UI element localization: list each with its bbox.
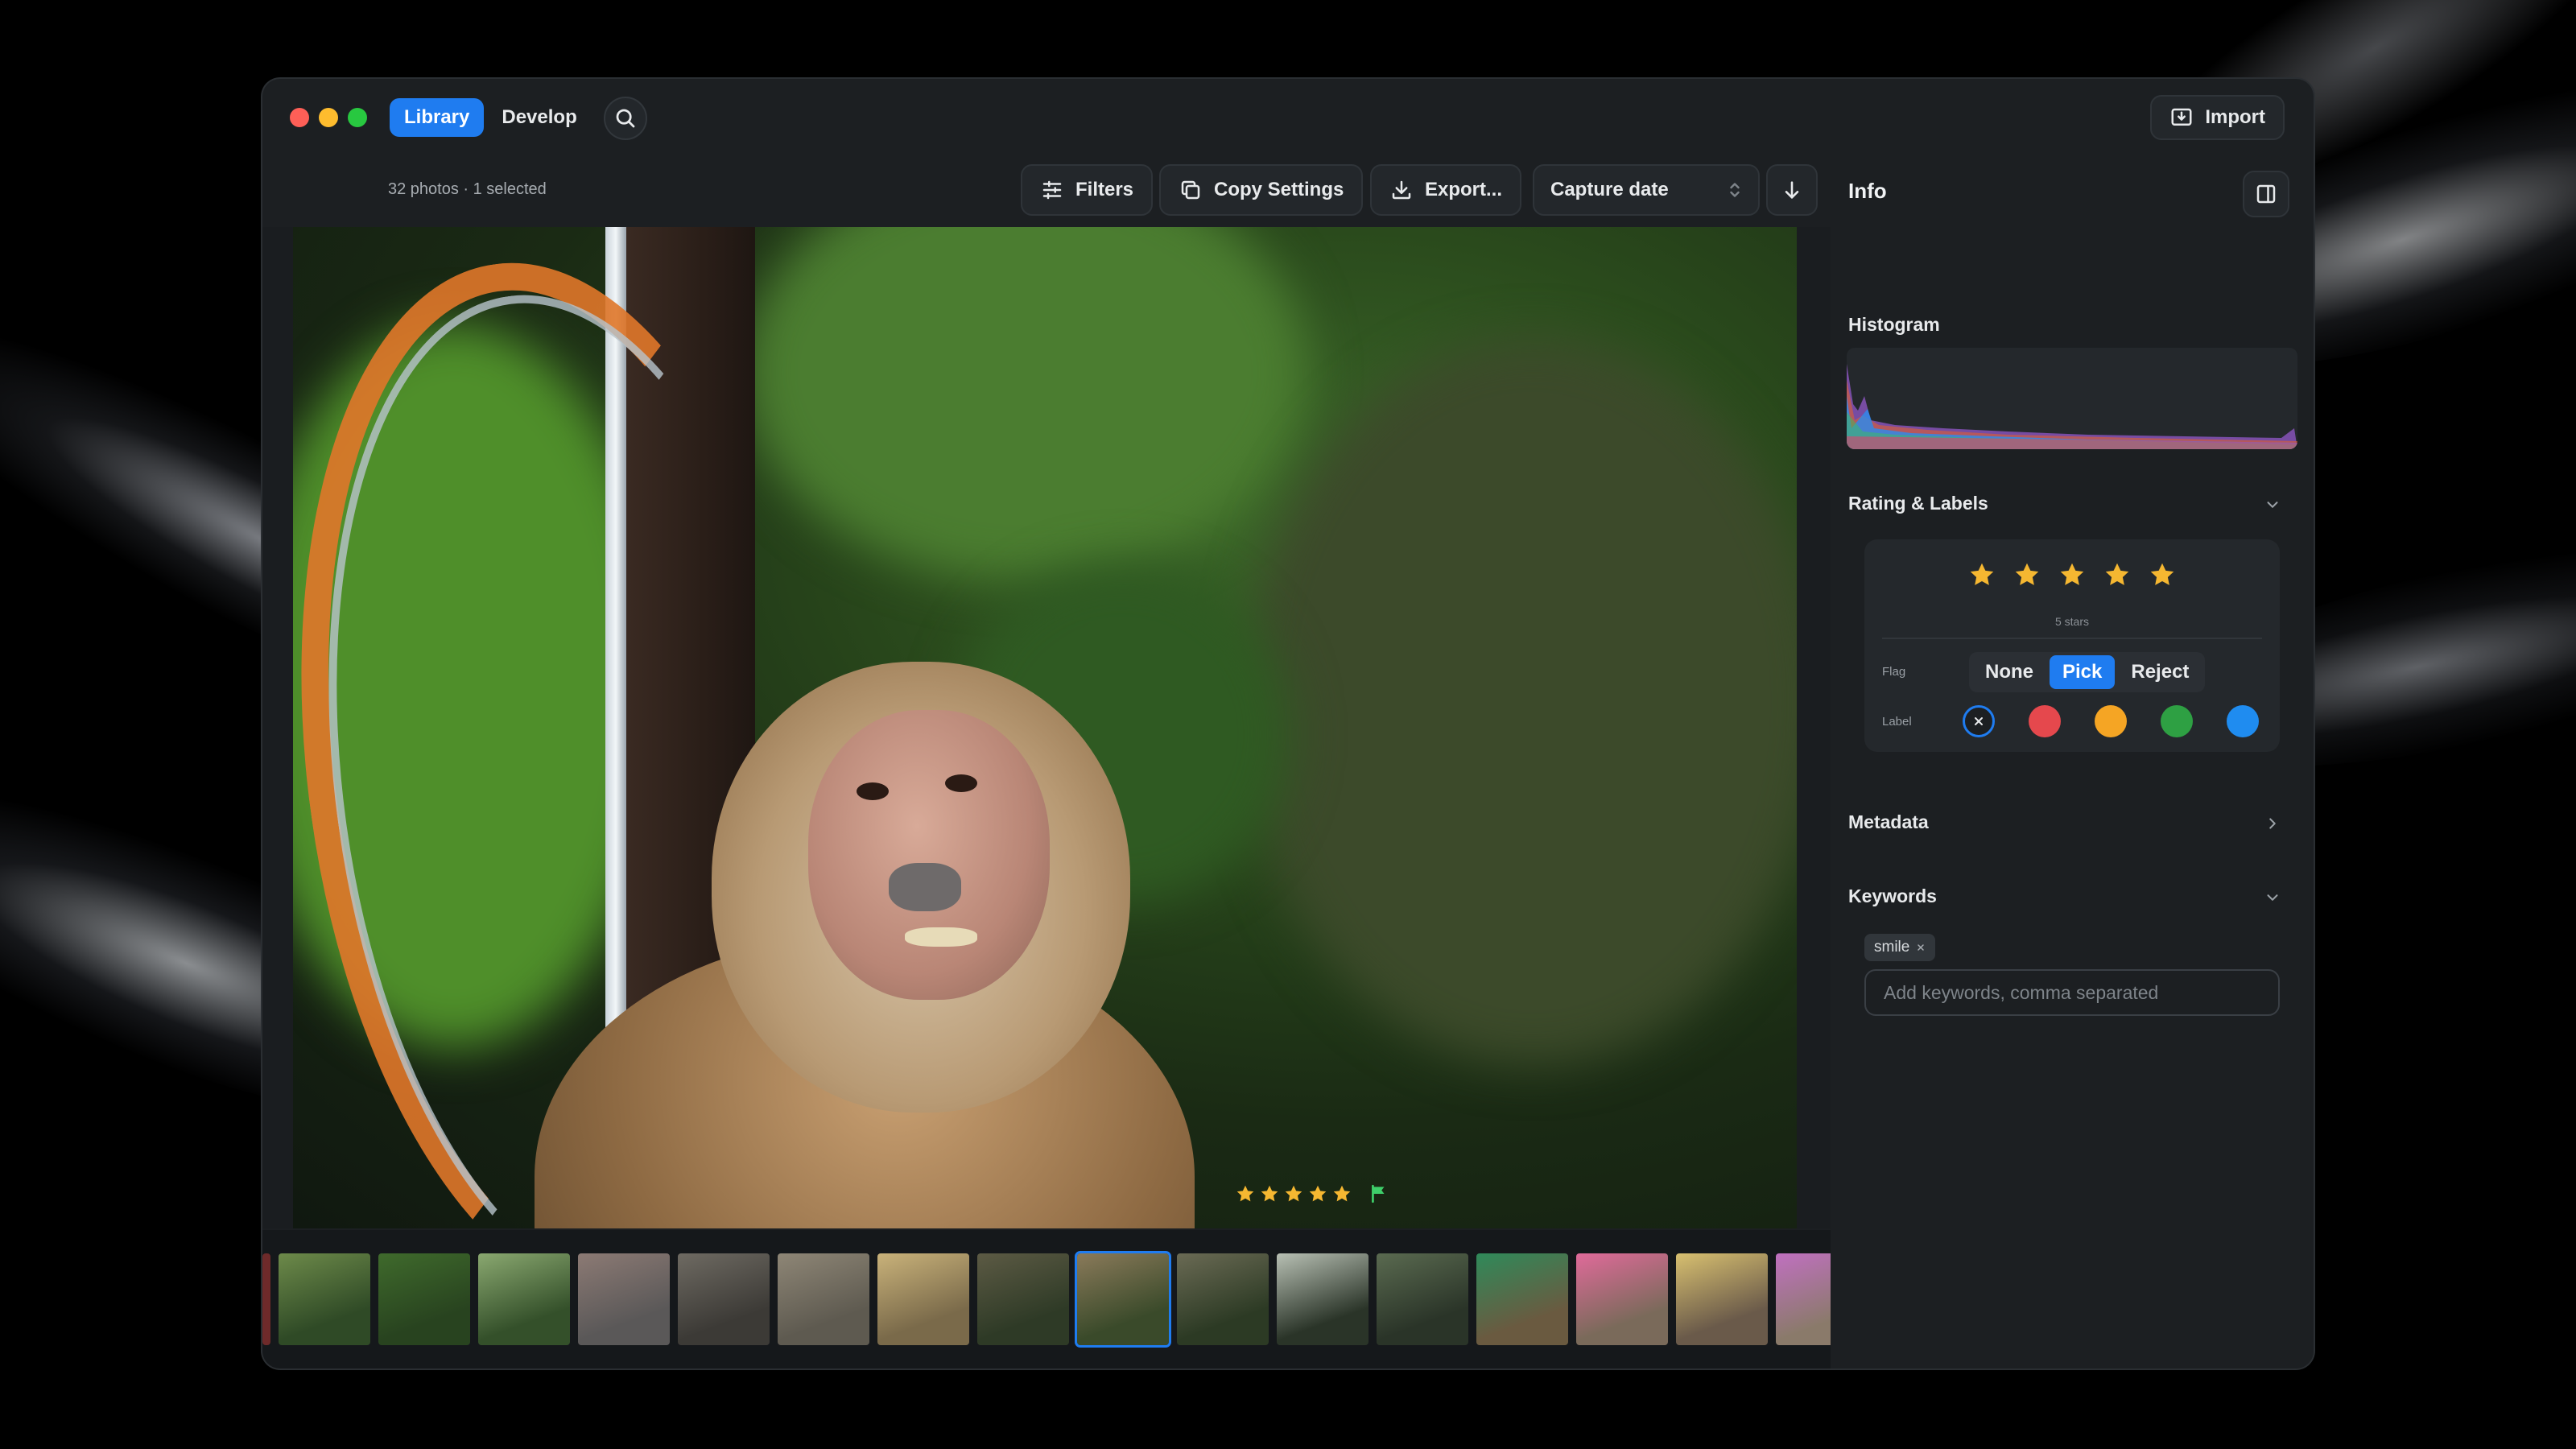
tab-develop[interactable]: Develop: [487, 98, 591, 137]
filmstrip-thumbnail[interactable]: [877, 1253, 969, 1345]
copy-settings-button[interactable]: Copy Settings: [1159, 164, 1364, 216]
filmstrip-thumbnail[interactable]: [478, 1253, 570, 1345]
histogram-title: Histogram: [1848, 314, 1940, 335]
filmstrip-thumbnail[interactable]: [262, 1253, 270, 1345]
rating-star-4[interactable]: [2103, 560, 2132, 589]
import-label: Import: [2205, 106, 2265, 128]
rating-card: 5 stars Flag None Pick Reject Label: [1864, 539, 2280, 752]
stars-caption: 5 stars: [2054, 615, 2089, 628]
chevron-right-icon[interactable]: [2264, 815, 2281, 832]
label-none-button[interactable]: [1963, 705, 1995, 737]
filmstrip-thumbnail[interactable]: [578, 1253, 670, 1345]
keywords-input[interactable]: [1864, 969, 2280, 1016]
photo-overlay-rating: [1235, 1183, 1389, 1204]
copy-settings-label: Copy Settings: [1214, 179, 1344, 200]
filmstrip-thumbnail[interactable]: [678, 1253, 770, 1345]
filmstrip-thumbnail[interactable]: [279, 1253, 370, 1345]
sort-select[interactable]: Capture date: [1533, 164, 1760, 216]
label-label: Label: [1882, 715, 1912, 729]
rating-star-5[interactable]: [2148, 560, 2177, 589]
import-button[interactable]: Import: [2150, 95, 2285, 140]
arrow-down-icon: [1785, 181, 1799, 199]
main-photo[interactable]: [293, 227, 1797, 1228]
close-window-button[interactable]: [290, 108, 309, 127]
rating-labels-title: Rating & Labels: [1848, 493, 1988, 514]
photo-viewer: [262, 227, 1831, 1228]
label-blue-button[interactable]: [2227, 705, 2259, 737]
sidebar-icon: [2256, 184, 2276, 204]
flag-label: Flag: [1882, 665, 1906, 679]
chevron-down-icon[interactable]: [2264, 496, 2281, 514]
star-icon: [1285, 1185, 1302, 1202]
remove-keyword-icon[interactable]: [1916, 943, 1926, 952]
sort-direction-button[interactable]: [1766, 164, 1818, 216]
info-panel: Info Histogram Rating & Labels 5 stars F…: [1831, 156, 2314, 1368]
flag-option-pick[interactable]: Pick: [2050, 655, 2116, 689]
flag-icon: [1372, 1184, 1385, 1203]
filmstrip-thumbnail[interactable]: [1377, 1253, 1468, 1345]
filmstrip-thumbnail[interactable]: [1177, 1253, 1269, 1345]
label-yellow-button[interactable]: [2095, 705, 2127, 737]
mode-tabs: Library Develop: [390, 98, 592, 137]
divider: [1882, 638, 2262, 639]
filmstrip-thumbnail[interactable]: [778, 1253, 869, 1345]
chevron-down-icon[interactable]: [2264, 889, 2281, 906]
import-icon: [2171, 108, 2192, 126]
histogram-graph: [1847, 364, 2297, 449]
photo-count: 32 photos · 1 selected: [388, 180, 547, 198]
sort-value: Capture date: [1550, 179, 1669, 200]
toggle-panel-button[interactable]: [2243, 171, 2289, 217]
panel-title: Info: [1848, 179, 1887, 203]
filmstrip-thumbnail[interactable]: [378, 1253, 470, 1345]
filmstrip-thumbnail[interactable]: [1476, 1253, 1568, 1345]
export-label: Export...: [1425, 179, 1503, 200]
tab-library[interactable]: Library: [390, 98, 485, 137]
star-icon: [1333, 1185, 1351, 1202]
filmstrip-thumbnail[interactable]: [1676, 1253, 1768, 1345]
copy-icon: [1181, 180, 1200, 200]
overlay-stars: [1235, 1183, 1352, 1204]
chevron-updown-icon: [1730, 183, 1740, 197]
filmstrip-thumbnail[interactable]: [1075, 1251, 1171, 1348]
title-bar: Library Develop Import: [262, 79, 2314, 156]
star-icon: [1309, 1185, 1327, 1202]
star-icon: [1261, 1185, 1278, 1202]
rating-star-1[interactable]: [1967, 560, 1996, 589]
star-rating[interactable]: [1864, 560, 2280, 589]
minimize-window-button[interactable]: [319, 108, 338, 127]
filmstrip-thumbnail[interactable]: [1576, 1253, 1668, 1345]
keywords-title: Keywords: [1848, 886, 1937, 906]
star-icon: [1236, 1185, 1254, 1202]
metadata-title[interactable]: Metadata: [1848, 811, 1929, 833]
sliders-icon: [1042, 180, 1062, 200]
filmstrip-thumbnail[interactable]: [977, 1253, 1069, 1345]
flag-option-reject[interactable]: Reject: [2118, 655, 2202, 689]
histogram: [1847, 348, 2297, 449]
search-icon: [616, 109, 635, 128]
filmstrip-thumbnail[interactable]: [1277, 1253, 1368, 1345]
flag-segmented-control: None Pick Reject: [1969, 652, 2206, 692]
zoom-window-button[interactable]: [348, 108, 367, 127]
keyword-chip: smile: [1864, 934, 1936, 961]
app-window: Library Develop Import 32 photos · 1 sel…: [262, 79, 2314, 1368]
rating-star-3[interactable]: [2058, 560, 2087, 589]
toolbar: 32 photos · 1 selected Filters Copy Sett…: [262, 156, 1831, 227]
window-controls: [290, 108, 367, 127]
filters-button[interactable]: Filters: [1021, 164, 1154, 216]
flag-option-none[interactable]: None: [1972, 655, 2046, 689]
search-button[interactable]: [604, 97, 647, 140]
filmstrip-thumbnail[interactable]: [1776, 1253, 1831, 1345]
label-green-button[interactable]: [2161, 705, 2193, 737]
download-icon: [1392, 180, 1411, 200]
keyword-text: smile: [1874, 939, 1910, 956]
filters-label: Filters: [1075, 179, 1134, 200]
rating-star-2[interactable]: [2013, 560, 2041, 589]
close-icon: [1975, 717, 1983, 725]
export-button[interactable]: Export...: [1370, 164, 1522, 216]
label-red-button[interactable]: [2029, 705, 2061, 737]
filmstrip: [262, 1230, 1831, 1368]
